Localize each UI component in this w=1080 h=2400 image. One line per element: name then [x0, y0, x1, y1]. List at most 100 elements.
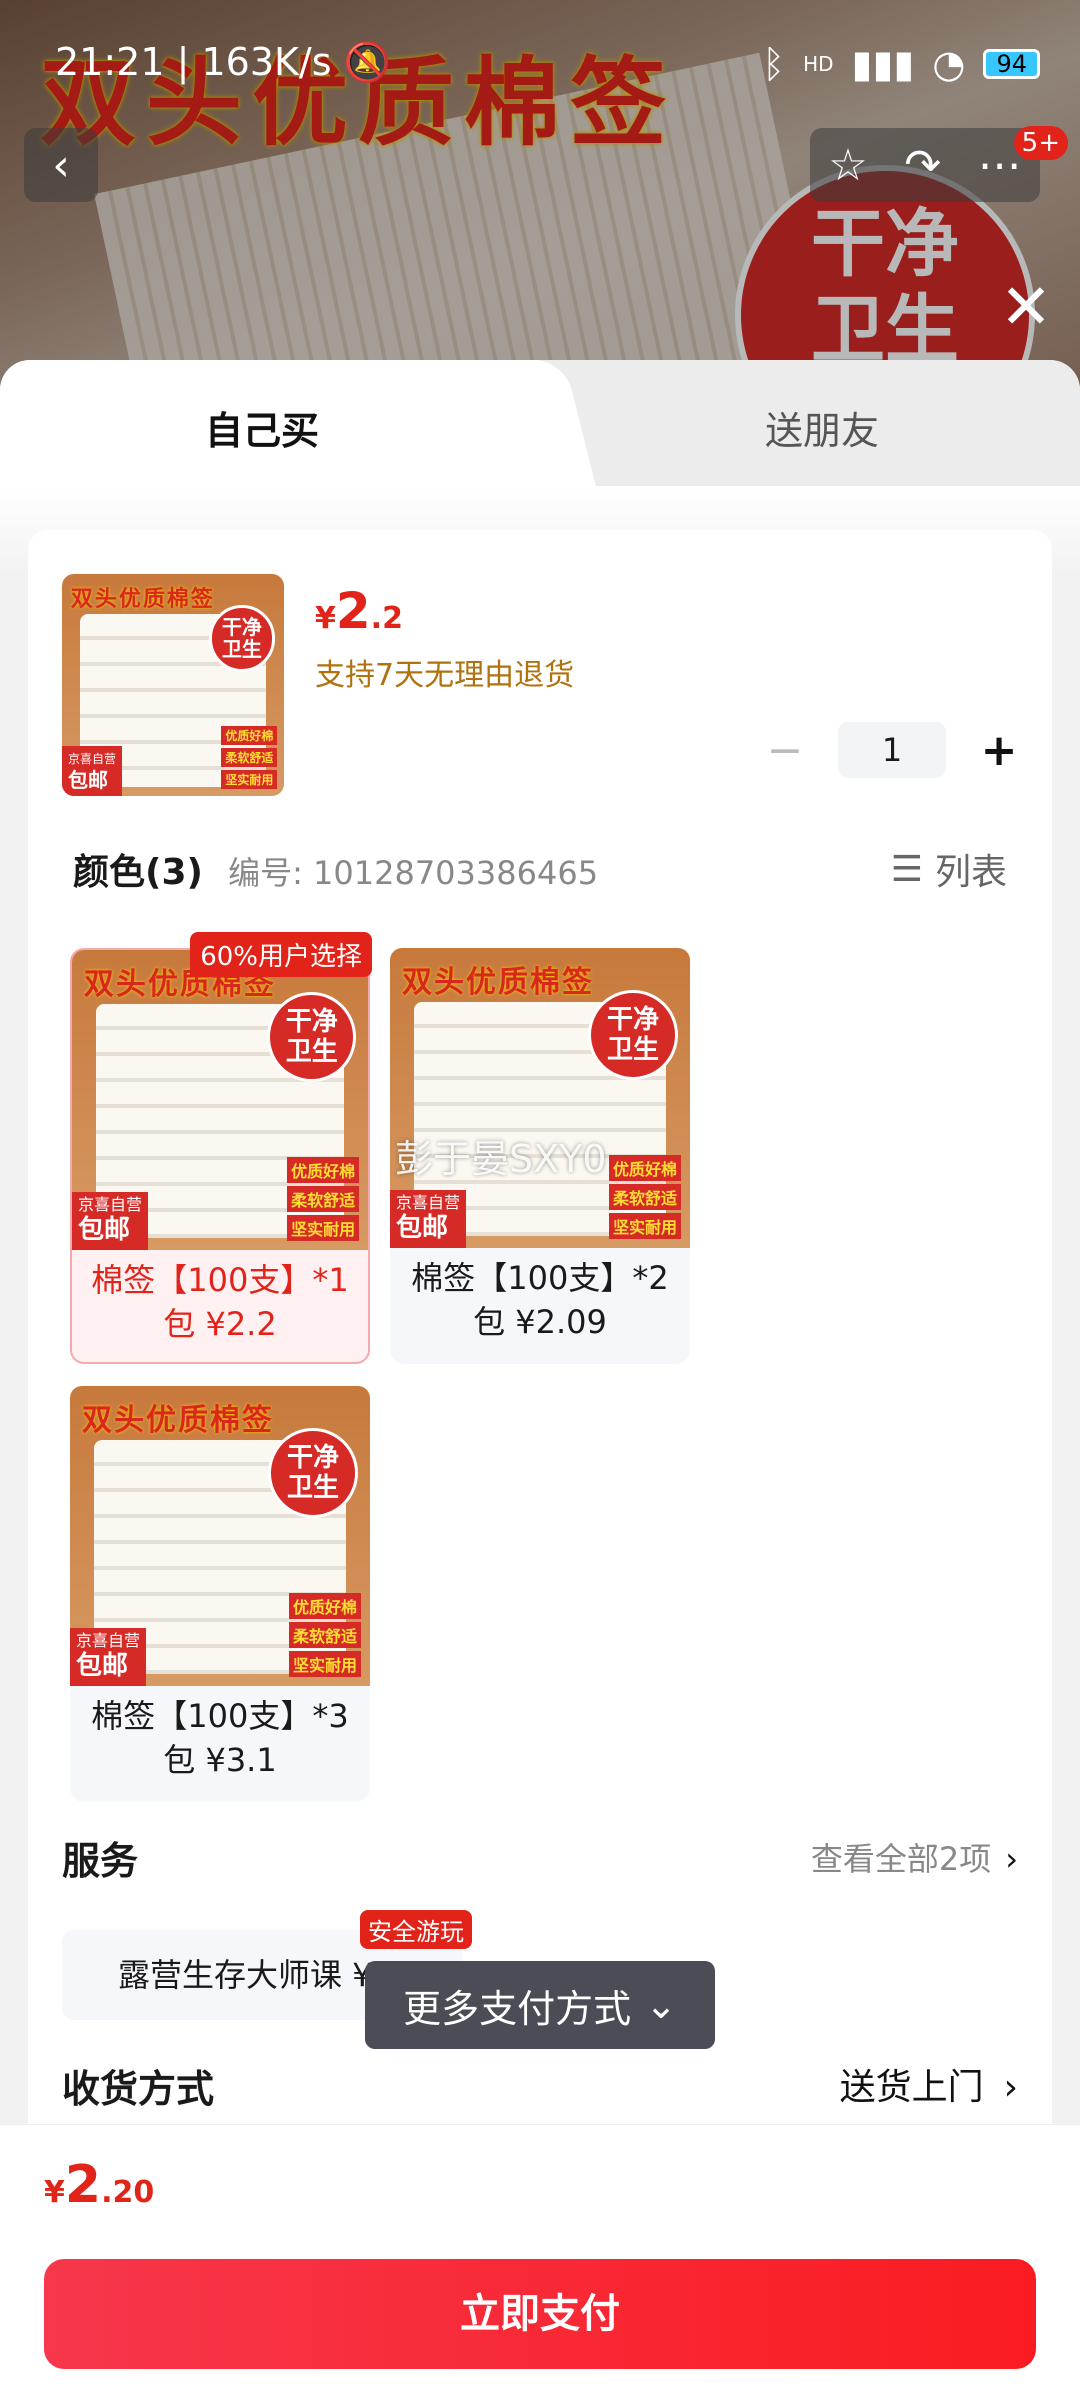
feature-tag: 坚实耐用	[608, 1213, 681, 1239]
tab-gift-friend[interactable]: 送朋友	[765, 400, 879, 455]
feature-tag: 优质好棉	[608, 1155, 681, 1181]
header-actions: ☆ ↷ ⋯	[810, 128, 1040, 202]
sku-number: 编号: 10128703386465	[228, 854, 599, 892]
popular-tag: 60%用户选择	[190, 932, 372, 977]
service-title: 服务	[62, 1839, 139, 1883]
share-icon[interactable]: ↷	[904, 140, 941, 191]
variant-label: 棉签【100支】*2包 ¥2.09	[411, 1259, 669, 1341]
feature-tag: 优质好棉	[287, 1157, 360, 1183]
feature-tag: 坚实耐用	[221, 770, 278, 790]
variant-option-1[interactable]: 60%用户选择 双头优质棉签 干净 卫生 京喜自营 包邮 优质好棉 柔软舒适 坚…	[70, 932, 372, 1364]
feature-tags: 优质好棉 柔软舒适 坚实耐用	[287, 1157, 360, 1241]
status-bar: 21:21 | 163K/s 🔕 ᛒ HD ▮▮▮ ◔ 94	[0, 0, 1080, 120]
variant-label: 棉签【100支】*3包 ¥3.1	[91, 1697, 349, 1779]
price-decimal: .2	[370, 601, 403, 636]
product-image: 双头优质棉签 干净 卫生 京喜自营 包邮 优质好棉 柔软舒适 坚实耐用	[390, 948, 690, 1248]
chevron-left-icon: ‹	[52, 139, 70, 191]
clock: 21:21	[55, 40, 165, 84]
variant-image: 双头优质棉签 干净 卫生 京喜自营 包邮 优质好棉 柔软舒适 坚实耐用	[72, 950, 368, 1250]
jd-bottom: 包邮	[68, 768, 108, 792]
jd-bottom: 包邮	[396, 1213, 449, 1243]
bell-muted-icon: 🔕	[343, 40, 391, 84]
network-speed: 163K/s	[201, 40, 332, 84]
product-card: 双头优质棉签 干净 卫生 京喜自营 包邮 优质好棉 柔软舒适 坚实耐用 ¥2.2…	[28, 530, 1052, 2400]
tab-bar: 自己买 送朋友	[0, 360, 1080, 486]
variant-image: 双头优质棉签 干净 卫生 京喜自营 包邮 优质好棉 柔软舒适 坚实耐用	[70, 1386, 370, 1686]
badge-line1: 干净	[221, 615, 262, 640]
pay-now-button[interactable]: 立即支付	[44, 2259, 1036, 2369]
image-title: 双头优质棉签	[402, 965, 594, 1000]
feature-tags: 优质好棉 柔软舒适 坚实耐用	[288, 1593, 361, 1677]
star-icon[interactable]: ☆	[828, 140, 867, 191]
feature-tag: 柔软舒适	[221, 748, 278, 768]
view-all-label: 查看全部2项	[810, 1840, 992, 1878]
feature-tags: 优质好棉 柔软舒适 坚实耐用	[221, 726, 278, 790]
list-view-toggle[interactable]: ☰ 列表	[891, 843, 1007, 895]
total-integer: 2	[64, 2155, 102, 2215]
jd-top: 京喜自营	[68, 752, 117, 766]
increase-button[interactable]: +	[974, 725, 1024, 776]
status-icons: ᛒ HD ▮▮▮ ◔ 94	[762, 42, 1040, 86]
product-image: 双头优质棉签 干净 卫生 京喜自营 包邮 优质好棉 柔软舒适 坚实耐用	[62, 574, 284, 796]
total-currency: ¥	[44, 2175, 65, 2210]
delivery-row[interactable]: 收货方式 送货上门 ›	[62, 2058, 1018, 2118]
signal-icon: ▮▮▮	[851, 42, 915, 86]
checkout-bar: ¥2.20 立即支付	[0, 2124, 1080, 2400]
price-currency: ¥	[315, 601, 336, 636]
feature-tag: 优质好棉	[221, 726, 278, 746]
feature-tags: 优质好棉 柔软舒适 坚实耐用	[608, 1155, 681, 1239]
price-integer: 2	[335, 582, 371, 640]
image-badge: 干净 卫生	[588, 990, 678, 1080]
badge-line2: 卫生	[221, 637, 262, 662]
jd-tag: 京喜自营 包邮	[390, 1190, 467, 1248]
service-view-all[interactable]: 查看全部2项 ›	[811, 1834, 1018, 1880]
feature-tag: 柔软舒适	[287, 1186, 360, 1212]
feature-tag: 优质好棉	[288, 1593, 361, 1619]
jd-tag: 京喜自营 包邮	[70, 1628, 147, 1686]
delivery-method: 送货上门	[839, 2067, 984, 2108]
badge-line2: 卫生	[606, 1035, 659, 1065]
chevron-right-icon: ›	[1005, 1840, 1018, 1878]
variant-option-2[interactable]: 彭于晏SXY0 双头优质棉签 干净 卫生 京喜自营 包邮 优质好棉 柔软舒适 坚…	[390, 948, 690, 1364]
message-badge: 5+	[1013, 126, 1068, 160]
color-title: 颜色(3)	[73, 852, 203, 893]
quantity-stepper: − 1 +	[760, 722, 1024, 778]
product-price: ¥2.2	[315, 582, 403, 640]
more-payment-label: 更多支付方式	[403, 1986, 632, 2031]
feature-tag: 坚实耐用	[287, 1215, 360, 1241]
service-section-header: 服务 查看全部2项 ›	[62, 1830, 1018, 1890]
chevron-double-down-icon: ⌄	[645, 1983, 677, 2027]
badge-line1: 干净	[286, 1443, 339, 1473]
feature-tag: 坚实耐用	[288, 1651, 361, 1677]
total-decimal: .20	[101, 2175, 155, 2210]
image-badge: 干净 卫生	[267, 992, 357, 1082]
total-price: ¥2.20	[44, 2155, 154, 2215]
safe-play-tag: 安全游玩	[360, 1910, 472, 1949]
status-time: 21:21 | 163K/s 🔕	[55, 40, 391, 84]
watermark-text: 彭于晏SXY0	[395, 1137, 607, 1181]
variant-option-3[interactable]: 双头优质棉签 干净 卫生 京喜自营 包邮 优质好棉 柔软舒适 坚实耐用 棉签【1…	[70, 1386, 370, 1802]
product-image: 双头优质棉签 干净 卫生 京喜自营 包邮 优质好棉 柔软舒适 坚实耐用	[72, 950, 368, 1250]
return-policy: 支持7天无理由退货	[315, 658, 575, 693]
image-badge: 干净 卫生	[268, 1428, 358, 1518]
hd-signal: HD	[803, 52, 834, 76]
jd-tag: 京喜自营 包邮	[62, 746, 123, 796]
battery-icon: 94	[983, 49, 1040, 79]
product-image: 双头优质棉签 干净 卫生 京喜自营 包邮 优质好棉 柔软舒适 坚实耐用	[70, 1386, 370, 1686]
quantity-value[interactable]: 1	[838, 722, 946, 778]
feature-tag: 柔软舒适	[608, 1184, 681, 1210]
chevron-right-icon: ›	[1003, 2067, 1018, 2108]
product-thumbnail[interactable]: 双头优质棉签 干净 卫生 京喜自营 包邮 优质好棉 柔软舒适 坚实耐用	[62, 574, 284, 796]
jd-tag: 京喜自营 包邮	[72, 1192, 149, 1250]
decrease-button[interactable]: −	[760, 725, 810, 776]
list-label: 列表	[934, 852, 1007, 893]
close-icon[interactable]: ✕	[1000, 270, 1052, 343]
back-button[interactable]: ‹	[24, 128, 98, 202]
tab-buy-self[interactable]: 自己买	[205, 400, 319, 455]
variant-label: 棉签【100支】*1包 ¥2.2	[91, 1261, 349, 1343]
image-title: 双头优质棉签	[82, 1403, 274, 1438]
delivery-value: 送货上门 ›	[840, 2058, 1018, 2110]
color-section-header: 颜色(3) 编号: 10128703386465 ☰ 列表	[73, 843, 1007, 895]
jd-top: 京喜自营	[76, 1631, 141, 1650]
more-payment-toast[interactable]: 更多支付方式 ⌄	[365, 1961, 715, 2049]
